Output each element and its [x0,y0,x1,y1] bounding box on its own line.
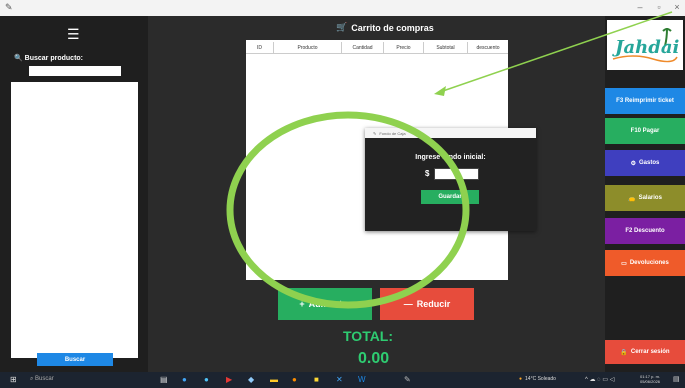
chrome-icon[interactable]: ● [292,375,297,384]
search-input[interactable] [29,66,121,76]
total-label: TOTAL: [343,328,394,344]
folder-icon[interactable]: ▬ [270,375,278,384]
task-view-icon[interactable]: ▤ [160,375,168,384]
total-value: 0.00 [358,350,390,367]
dialog-label: Ingrese fondo inicial: [415,154,486,161]
logo-text: Jahdai [612,37,680,58]
brand-logo: Jahdai [607,20,683,70]
edge-icon[interactable]: ● [182,375,187,384]
discount-button[interactable]: F2 Descuento [605,218,685,244]
cart-icon: 🛒 [336,22,348,32]
explorer-icon[interactable]: ● [204,375,209,384]
logout-button[interactable]: 🔒 Cerrar sesión [605,340,685,364]
system-tray-icons[interactable]: ^ ☁ ◌ ▭ ◁ [585,376,614,383]
app-icon[interactable]: ◆ [248,375,254,384]
taskbar: ⊞ ⌕ Buscar ▤ ● ● ▶ ◆ ▬ ● ■ ✕ W ✎ ● 14°C … [0,372,685,388]
decrease-button[interactable]: — Reducir [380,288,474,320]
minus-icon: — [403,299,413,309]
menu-icon[interactable]: ☰ [67,26,80,43]
left-panel: ☰ 🔍 Buscar producto: Buscar [0,16,148,372]
minimize-icon[interactable]: – [633,2,647,12]
feather-icon: ✎ [5,2,13,12]
increase-button[interactable]: + Aumentar [278,288,372,320]
returns-button[interactable]: ▭ Devoluciones [605,250,685,276]
files-icon[interactable]: ■ [314,375,319,384]
youtube-icon[interactable]: ▶ [226,375,232,384]
return-box-icon: ▭ [621,260,627,267]
gear-icon: ⚙ [630,160,637,167]
windows-start-icon[interactable]: ⊞ [10,375,17,384]
column-discount: descuento [476,44,500,51]
lock-icon: 🔒 [620,349,628,356]
cart-table[interactable]: ID Producto Cantidad Precio Subtotal des… [246,40,536,280]
close-icon[interactable]: × [670,2,684,12]
column-price: Precio [384,42,424,53]
vscode-icon[interactable]: ✕ [336,375,343,384]
dialog-titlebar: ✎ Fondo de Caja [365,128,536,138]
currency-symbol: $ [425,169,430,178]
weather-widget[interactable]: ● 14°C Soleado [519,376,556,382]
notifications-icon[interactable]: ▤ [673,375,680,383]
column-subtotal: Subtotal [424,42,468,53]
maximize-icon[interactable]: ▫ [652,2,666,12]
taskbar-search[interactable]: ⌕ Buscar [30,376,54,383]
window-titlebar: ✎ – ▫ × [0,0,685,16]
product-list[interactable] [11,82,138,358]
initial-fund-input[interactable] [434,168,479,180]
column-id: ID [246,42,274,53]
main-area: 🛒 Carrito de compras ID Producto Cantida… [148,16,605,372]
pay-button[interactable]: F10 Pagar [605,118,685,144]
reprint-ticket-button[interactable]: F3 Reimprimir ticket [605,88,685,114]
sun-icon: ● [519,376,523,382]
column-quantity: Cantidad [342,42,384,53]
cash-fund-dialog: ✎ Fondo de Caja Ingrese fondo inicial: $… [365,128,536,231]
salaries-button[interactable]: 👝 Salarios [605,185,685,211]
cart-table-header: ID Producto Cantidad Precio Subtotal des… [246,42,508,54]
search-label: 🔍 Buscar producto: [14,55,84,62]
clock[interactable]: 01:17 p. m. 05/06/2026 [640,374,660,384]
expenses-button[interactable]: ⚙ Gastos [605,150,685,176]
word-icon[interactable]: W [358,375,366,384]
column-product: Producto [274,42,342,53]
money-bag-icon: 👝 [628,195,636,202]
save-button[interactable]: Guardar [421,190,479,204]
python-app-icon[interactable]: ✎ [404,375,411,384]
cart-title: 🛒 Carrito de compras [336,22,434,33]
plus-icon: + [299,299,305,309]
right-panel: Jahdai F3 Reimprimir ticket F10 Pagar ⚙ G… [605,16,685,372]
feather-icon: ✎ [373,130,377,136]
search-button[interactable]: Buscar [37,353,113,366]
